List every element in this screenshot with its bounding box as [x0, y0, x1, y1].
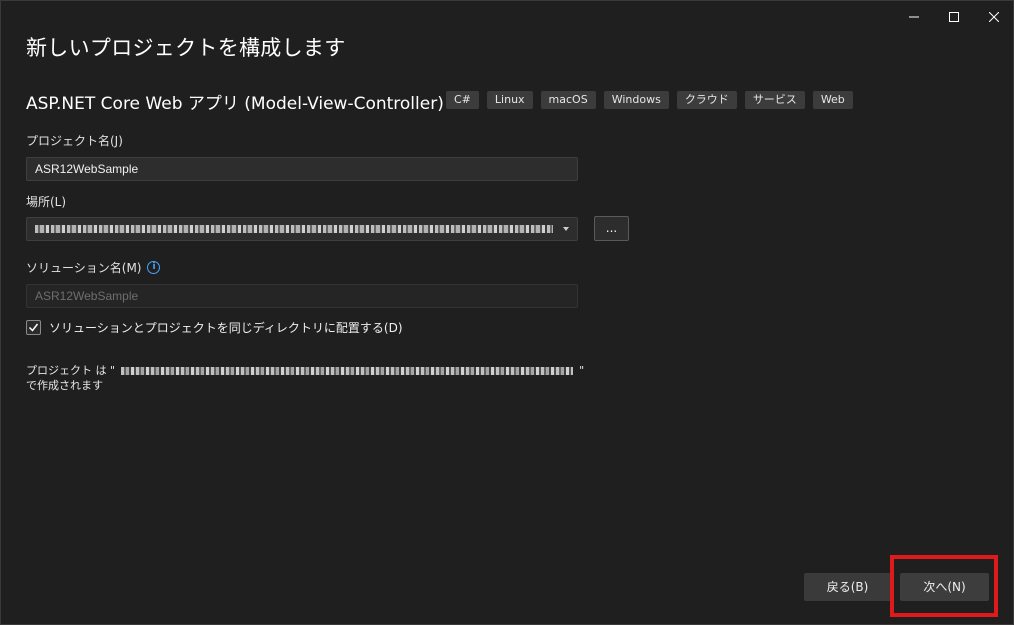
note-path-redacted	[121, 366, 574, 375]
same-directory-checkbox[interactable]	[26, 320, 41, 335]
back-button[interactable]: 戻る(B)	[804, 573, 891, 601]
maximize-icon	[949, 12, 959, 22]
configure-project-window: 新しいプロジェクトを構成します ASP.NET Core Web アプリ (Mo…	[0, 0, 1014, 625]
note-line2: で作成されます	[26, 379, 103, 392]
creation-path-note: プロジェクト は " " で作成されます	[26, 363, 584, 393]
tag-macos: macOS	[540, 91, 596, 109]
note-prefix: プロジェクト は "	[26, 364, 116, 377]
tag-linux: Linux	[486, 91, 533, 109]
same-directory-label: ソリューションとプロジェクトを同じディレクトリに配置する(D)	[49, 321, 403, 335]
tag-service: サービス	[744, 91, 805, 109]
template-name: ASP.NET Core Web アプリ (Model-View-Control…	[26, 94, 444, 114]
note-suffix: "	[579, 364, 585, 377]
maximize-button[interactable]	[938, 5, 970, 29]
solution-name-label: ソリューション名(M)	[26, 261, 142, 275]
solution-name-input: ASR12WebSample	[26, 284, 578, 308]
project-name-label: プロジェクト名(J)	[26, 134, 123, 148]
page-title: 新しいプロジェクトを構成します	[26, 36, 346, 60]
close-icon	[989, 12, 999, 22]
solution-name-label-row: ソリューション名(M) i	[26, 259, 161, 276]
tag-cloud: クラウド	[676, 91, 737, 109]
location-combobox[interactable]	[26, 217, 578, 241]
project-name-input[interactable]: ASR12WebSample	[26, 157, 578, 181]
next-button-highlight	[890, 555, 998, 617]
minimize-icon	[909, 16, 919, 18]
tag-web: Web	[812, 91, 853, 109]
close-button[interactable]	[978, 5, 1010, 29]
checkmark-icon	[28, 323, 39, 332]
minimize-button[interactable]	[898, 5, 930, 29]
same-directory-option[interactable]: ソリューションとプロジェクトを同じディレクトリに配置する(D)	[26, 319, 403, 336]
tag-csharp: C#	[446, 91, 479, 109]
info-icon[interactable]: i	[147, 261, 161, 274]
location-label: 場所(L)	[26, 195, 67, 209]
tag-windows: Windows	[603, 91, 669, 109]
template-tags: C# Linux macOS Windows クラウド サービス Web	[446, 91, 853, 109]
browse-button[interactable]: ...	[594, 216, 629, 241]
location-path-redacted	[35, 225, 553, 233]
chevron-down-icon[interactable]	[563, 227, 569, 231]
